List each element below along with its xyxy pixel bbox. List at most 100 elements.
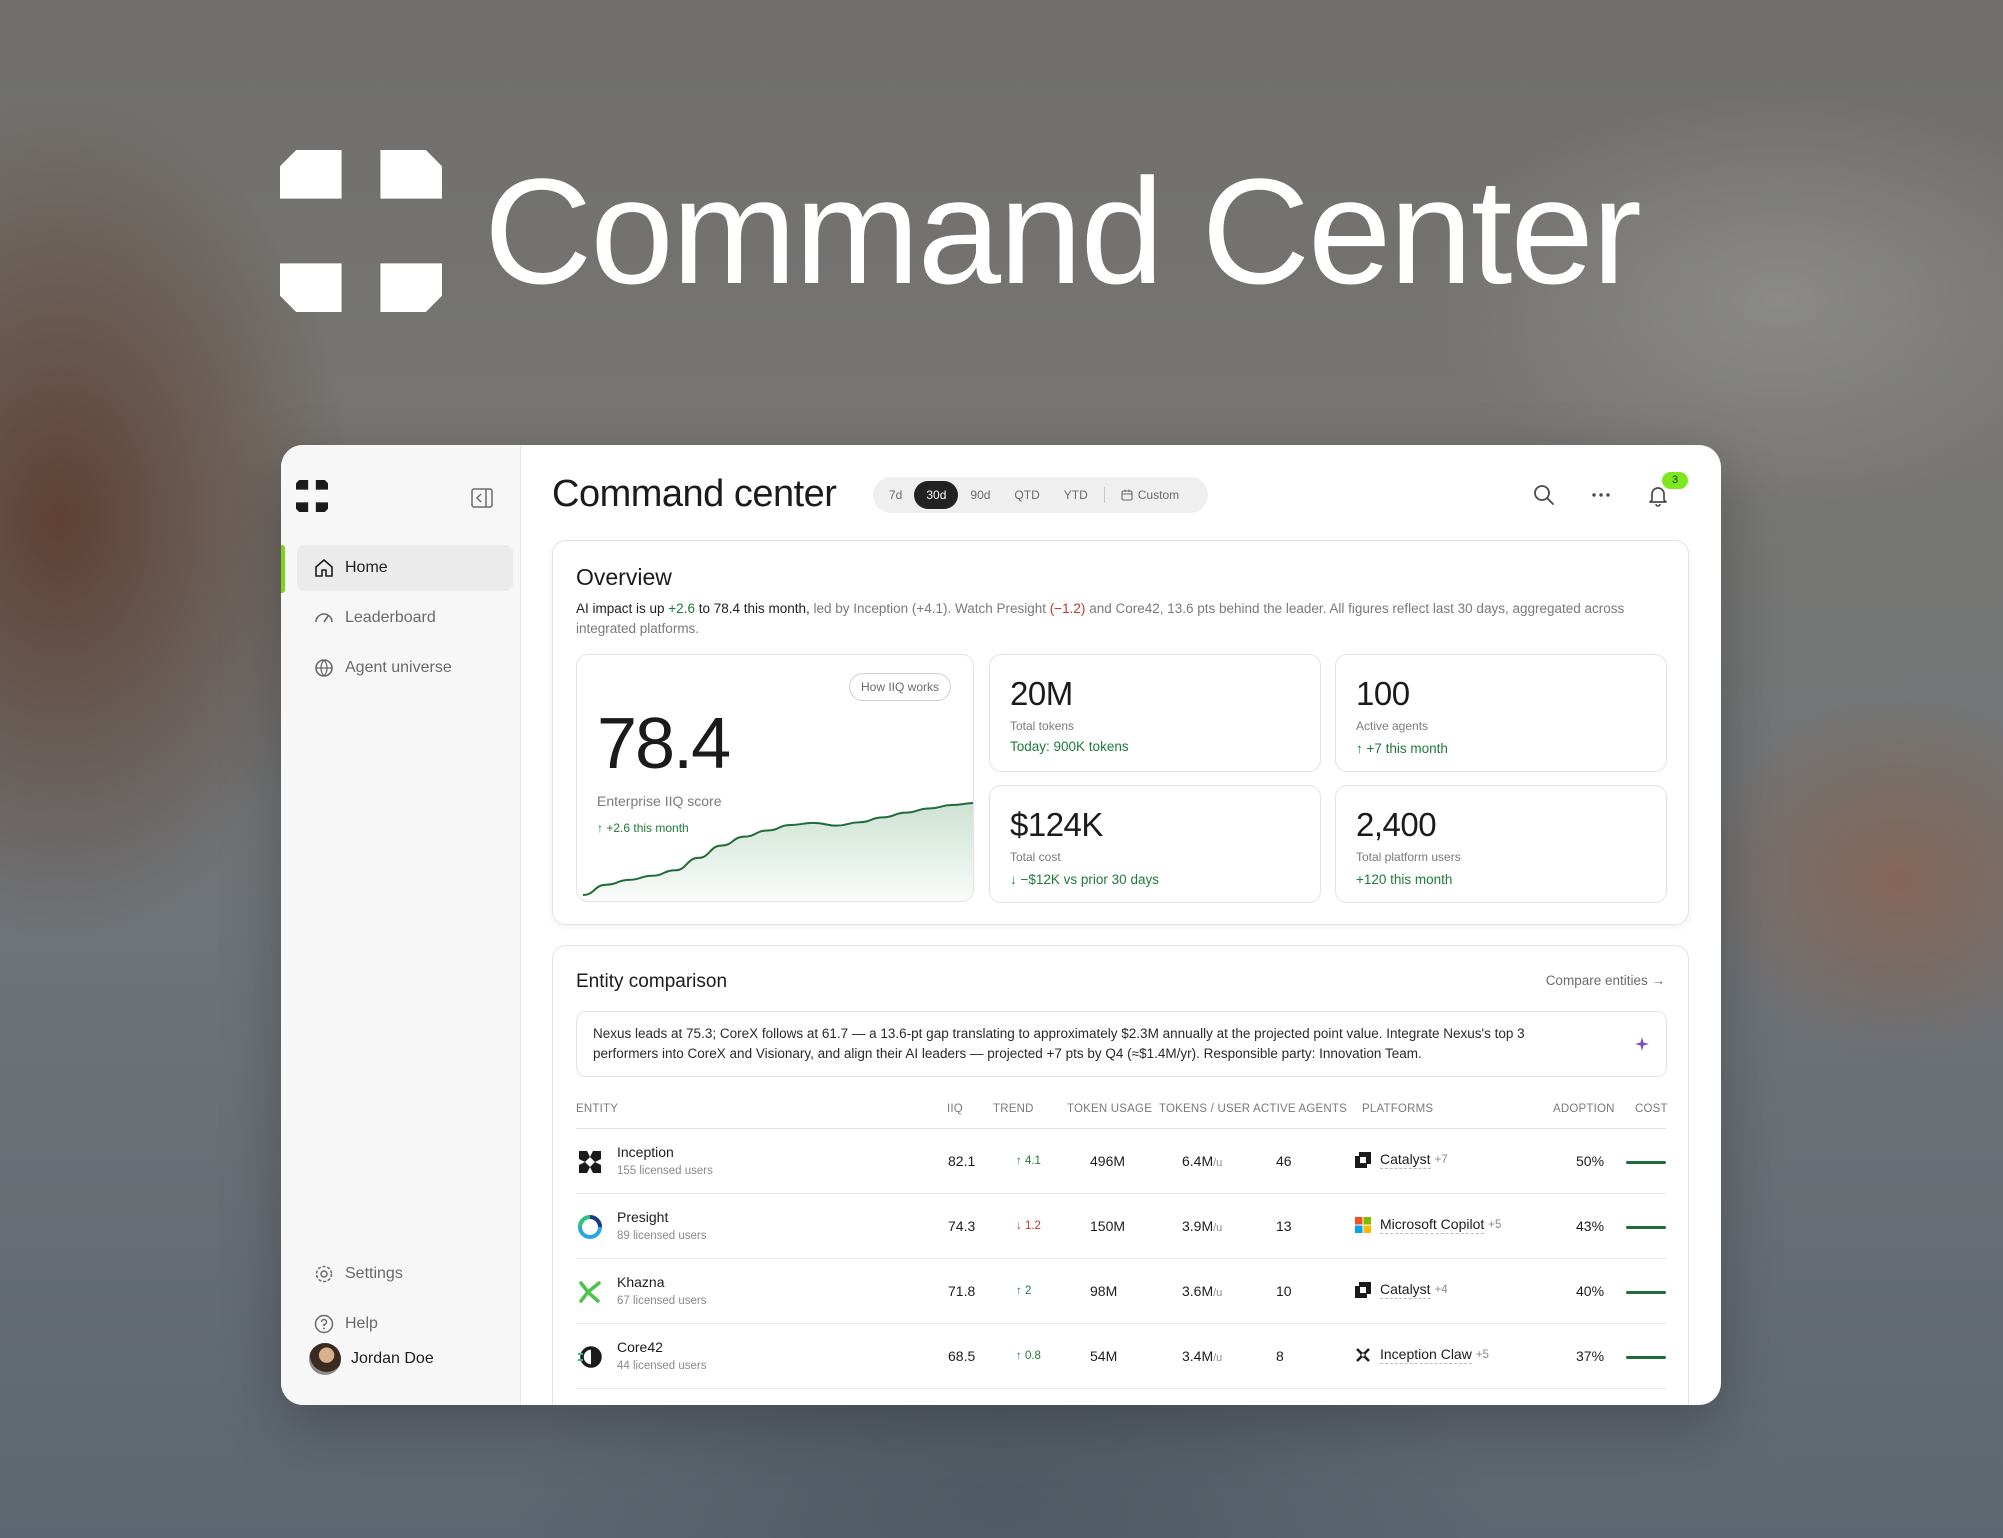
unit-label: /u (1213, 1157, 1223, 1169)
column-header[interactable]: COST (1635, 1103, 1668, 1115)
tokens-per-user-value: 6.4M (1182, 1153, 1214, 1169)
unit-label: /u (1213, 1222, 1223, 1234)
insight-text: Nexus leads at 75.3; CoreX follows at 61… (593, 1026, 1525, 1061)
hero-title: Command Center (484, 147, 1642, 315)
platform-cell[interactable]: Inception Claw +5 (1355, 1346, 1489, 1364)
column-header[interactable]: TREND (993, 1103, 1034, 1115)
ai-insight-box: Nexus leads at 75.3; CoreX follows at 61… (576, 1011, 1667, 1077)
catalyst-icon (1355, 1282, 1371, 1298)
more-options-icon[interactable] (1588, 482, 1614, 508)
entity-users: 44 licensed users (617, 1360, 707, 1372)
platform-cell[interactable]: Catalyst +4 (1355, 1281, 1448, 1299)
range-7d-button[interactable]: 7d (877, 481, 914, 509)
column-header[interactable]: ACTIVE AGENTS (1253, 1103, 1347, 1115)
hero-banner: Command Center (280, 147, 1642, 315)
active-agents: 46 (1276, 1153, 1292, 1169)
compare-entities-link[interactable]: Compare entities → (1546, 973, 1665, 988)
iiq-score-card: How IIQ works 78.4 Enterprise IIQ score … (576, 654, 974, 902)
adoption-value: 50% (1576, 1153, 1605, 1169)
unit-label: /u (1213, 1352, 1223, 1364)
platform-cell[interactable]: Catalyst +7 (1355, 1151, 1448, 1169)
table-row[interactable]: Core42 44 licensed users 68.5 ↑ 0.8 54M … (576, 1324, 1667, 1389)
range-90d-button[interactable]: 90d (958, 481, 1002, 509)
platform-name: Catalyst (1380, 1151, 1431, 1169)
entity-users: 155 licensed users (617, 1165, 713, 1177)
sidebar-item-help[interactable]: Help (297, 1301, 513, 1347)
range-custom-button[interactable]: Custom (1109, 481, 1191, 509)
sidebar-item-home[interactable]: Home (297, 545, 513, 591)
column-header[interactable]: TOKENS / USER (1159, 1103, 1250, 1115)
platform-cell[interactable]: Microsoft Copilot +5 (1355, 1216, 1501, 1234)
summary-positive: +2.6 (668, 601, 695, 616)
microsoft-copilot-icon (1355, 1217, 1371, 1233)
presight-logo-icon (578, 1215, 602, 1239)
inception-claw-icon (1356, 1348, 1370, 1362)
active-nav-indicator (281, 545, 285, 593)
column-header[interactable]: PLATFORMS (1362, 1103, 1433, 1115)
tokens-per-user: 3.9M/u (1182, 1218, 1222, 1234)
stat-value: $124K (1010, 806, 1103, 843)
range-ytd-button[interactable]: YTD (1052, 481, 1100, 509)
entity-comparison-title: Entity comparison (576, 971, 728, 992)
summary-part: to 78.4 this month, (694, 601, 810, 616)
iiq-score-label: Enterprise IIQ score (597, 793, 722, 809)
tokens-per-user-value: 3.4M (1182, 1348, 1214, 1364)
iiq-score-value: 78.4 (597, 704, 731, 784)
summary-negative: (−1.2) (1049, 601, 1086, 616)
stat-value: 2,400 (1356, 806, 1437, 843)
sidebar-item-settings[interactable]: Settings (297, 1251, 513, 1297)
platform-more: +7 (1434, 1154, 1448, 1166)
table-row[interactable]: Khazna 67 licensed users 71.8 ↑ 2 98M 3.… (576, 1259, 1667, 1324)
stat-platform-users: 2,400 Total platform users +120 this mon… (1335, 785, 1667, 903)
cost-sparkline (1626, 1161, 1666, 1164)
entity-name: Inception (617, 1144, 674, 1160)
range-qtd-button[interactable]: QTD (1002, 481, 1051, 509)
user-profile[interactable]: Jordan Doe (309, 1343, 434, 1375)
column-header[interactable]: IIQ (947, 1103, 963, 1115)
platform-name: Catalyst (1380, 1281, 1431, 1299)
column-header[interactable]: TOKEN USAGE (1067, 1103, 1152, 1115)
stat-active-agents: 100 Active agents ↑ +7 this month (1335, 654, 1667, 772)
sidebar-item-leaderboard[interactable]: Leaderboard (297, 595, 513, 641)
app-logo-icon[interactable] (296, 480, 328, 512)
stat-subtext: +120 this month (1356, 872, 1453, 887)
entity-users: 89 licensed users (617, 1230, 707, 1242)
stat-label: Total cost (1010, 850, 1061, 864)
iiq-value: 82.1 (948, 1153, 976, 1169)
platform-name: Microsoft Copilot (1380, 1216, 1485, 1234)
table-row[interactable]: Presight 89 licensed users 74.3 ↓ 1.2 15… (576, 1194, 1667, 1259)
stat-label: Total tokens (1010, 719, 1075, 733)
sidebar-item-label: Settings (345, 1265, 403, 1282)
table-row[interactable]: Inception 155 licensed users 82.1 ↑ 4.1 … (576, 1129, 1667, 1194)
collapse-sidebar-icon[interactable] (471, 488, 493, 508)
search-icon[interactable] (1531, 482, 1557, 508)
entity-users: 67 licensed users (617, 1295, 707, 1307)
khazna-logo-icon (579, 1281, 601, 1303)
column-header[interactable]: ENTITY (576, 1103, 618, 1115)
range-30d-button[interactable]: 30d (914, 481, 959, 509)
sparkline-area (583, 803, 973, 901)
tokens-per-user: 6.4M/u (1182, 1153, 1222, 1169)
core42-logo-icon (578, 1346, 602, 1368)
date-range-selector: 7d 30d 90d QTD YTD Custom (873, 477, 1208, 513)
iiq-score-delta: ↑ +2.6 this month (597, 821, 689, 835)
sparkle-icon[interactable] (1634, 1036, 1650, 1052)
token-usage: 496M (1090, 1153, 1126, 1169)
sidebar-item-agent-universe[interactable]: Agent universe (297, 645, 513, 691)
adoption-value: 37% (1576, 1348, 1605, 1364)
stat-subtext: ↑ +7 this month (1356, 741, 1448, 756)
command-center-logo-icon (280, 150, 442, 312)
home-icon (313, 557, 335, 579)
calendar-icon (1121, 489, 1133, 501)
column-header[interactable]: ADOPTION (1553, 1103, 1615, 1115)
entity-comparison-card: Entity comparison Compare entities → Nex… (552, 945, 1689, 1405)
help-icon (313, 1313, 335, 1335)
stat-value: 20M (1010, 675, 1073, 712)
token-usage: 98M (1090, 1283, 1118, 1299)
inception-logo-icon (579, 1151, 601, 1173)
cost-sparkline (1626, 1226, 1666, 1229)
how-iiq-works-button[interactable]: How IIQ works (848, 673, 951, 701)
globe-icon (313, 657, 335, 679)
range-divider (1103, 487, 1105, 503)
entity-name: Core42 (617, 1339, 663, 1355)
